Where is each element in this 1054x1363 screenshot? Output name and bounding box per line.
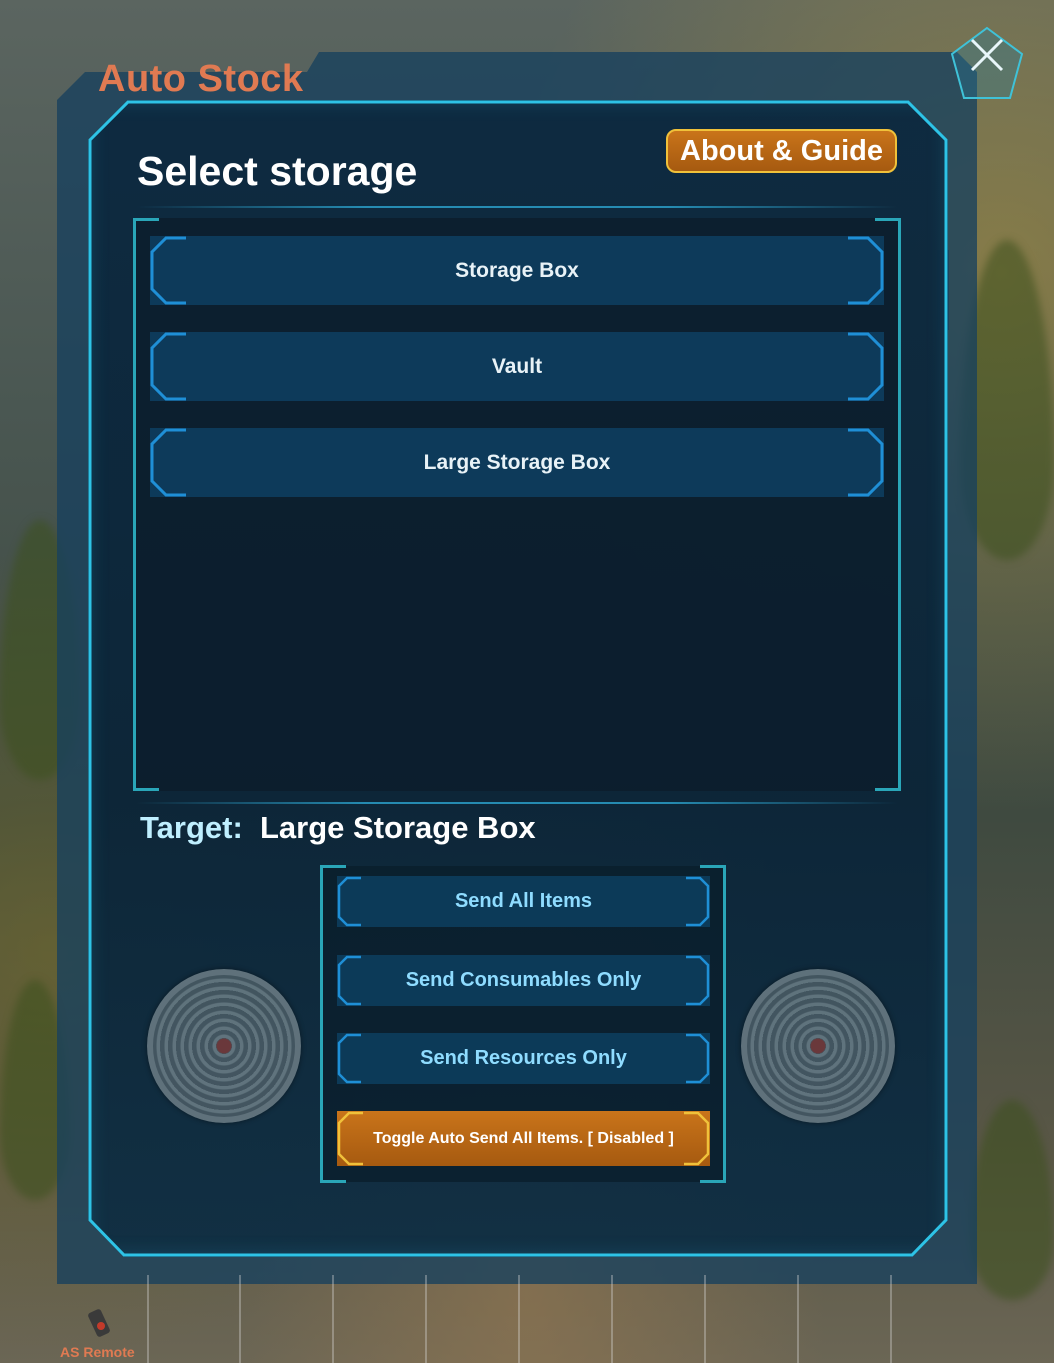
send-consumables-button[interactable]: Send Consumables Only (337, 955, 710, 1006)
button-label: Send Consumables Only (405, 969, 642, 991)
target-prefix: Target: (140, 810, 243, 845)
storage-item-label: Vault (491, 354, 543, 378)
app-title: Auto Stock (98, 58, 304, 100)
hotbar-slot[interactable] (332, 1275, 422, 1363)
hotbar-slot[interactable] (797, 1275, 887, 1363)
close-icon (950, 26, 1024, 99)
storage-item-label: Storage Box (455, 258, 579, 282)
hotbar-slot[interactable] (518, 1275, 608, 1363)
header-divider (137, 206, 897, 208)
item-corner-left (150, 332, 186, 401)
hotbar-slot[interactable] (239, 1275, 329, 1363)
medallion-icon (147, 969, 301, 1123)
medallion-icon (741, 969, 895, 1123)
close-button[interactable] (950, 26, 1024, 100)
about-guide-button[interactable]: About & Guide (666, 129, 897, 173)
storage-item-label: Large Storage Box (423, 450, 611, 474)
hotbar (55, 1275, 985, 1363)
send-all-items-button[interactable]: Send All Items (337, 876, 710, 927)
button-corner-left (337, 1033, 361, 1084)
target-readout: Target: Large Storage Box (140, 810, 536, 846)
storage-item-large-storage-box[interactable]: Large Storage Box (150, 428, 884, 497)
hotbar-slot[interactable] (890, 1275, 980, 1363)
storage-item-storage-box[interactable]: Storage Box (150, 236, 884, 305)
list-divider (137, 802, 897, 804)
button-label: Send All Items (454, 890, 593, 912)
item-corner-right (848, 332, 884, 401)
item-corner-right (848, 428, 884, 497)
button-corner-right (686, 876, 710, 927)
storage-item-vault[interactable]: Vault (150, 332, 884, 401)
button-corner-left (337, 1111, 363, 1166)
button-corner-left (337, 876, 361, 927)
button-corner-right (686, 955, 710, 1006)
item-corner-left (150, 428, 186, 497)
background-foliage (970, 1100, 1054, 1300)
hotbar-slot-label: AS Remote (60, 1344, 135, 1360)
toggle-auto-send-button[interactable]: Toggle Auto Send All Items. [ Disabled ] (337, 1111, 710, 1166)
button-corner-right (686, 1033, 710, 1084)
button-label: Toggle Auto Send All Items. [ Disabled ] (373, 1129, 674, 1147)
target-value: Large Storage Box (260, 810, 536, 845)
button-corner-left (337, 955, 361, 1006)
item-corner-left (150, 236, 186, 305)
hotbar-slot[interactable] (147, 1275, 237, 1363)
hotbar-slot[interactable] (611, 1275, 701, 1363)
hotbar-slot[interactable] (704, 1275, 794, 1363)
page-title: Select storage (137, 148, 418, 194)
send-resources-button[interactable]: Send Resources Only (337, 1033, 710, 1084)
item-corner-right (848, 236, 884, 305)
remote-icon (88, 1309, 110, 1337)
button-corner-right (684, 1111, 710, 1166)
hotbar-slot[interactable] (425, 1275, 515, 1363)
button-label: Send Resources Only (420, 1047, 627, 1069)
